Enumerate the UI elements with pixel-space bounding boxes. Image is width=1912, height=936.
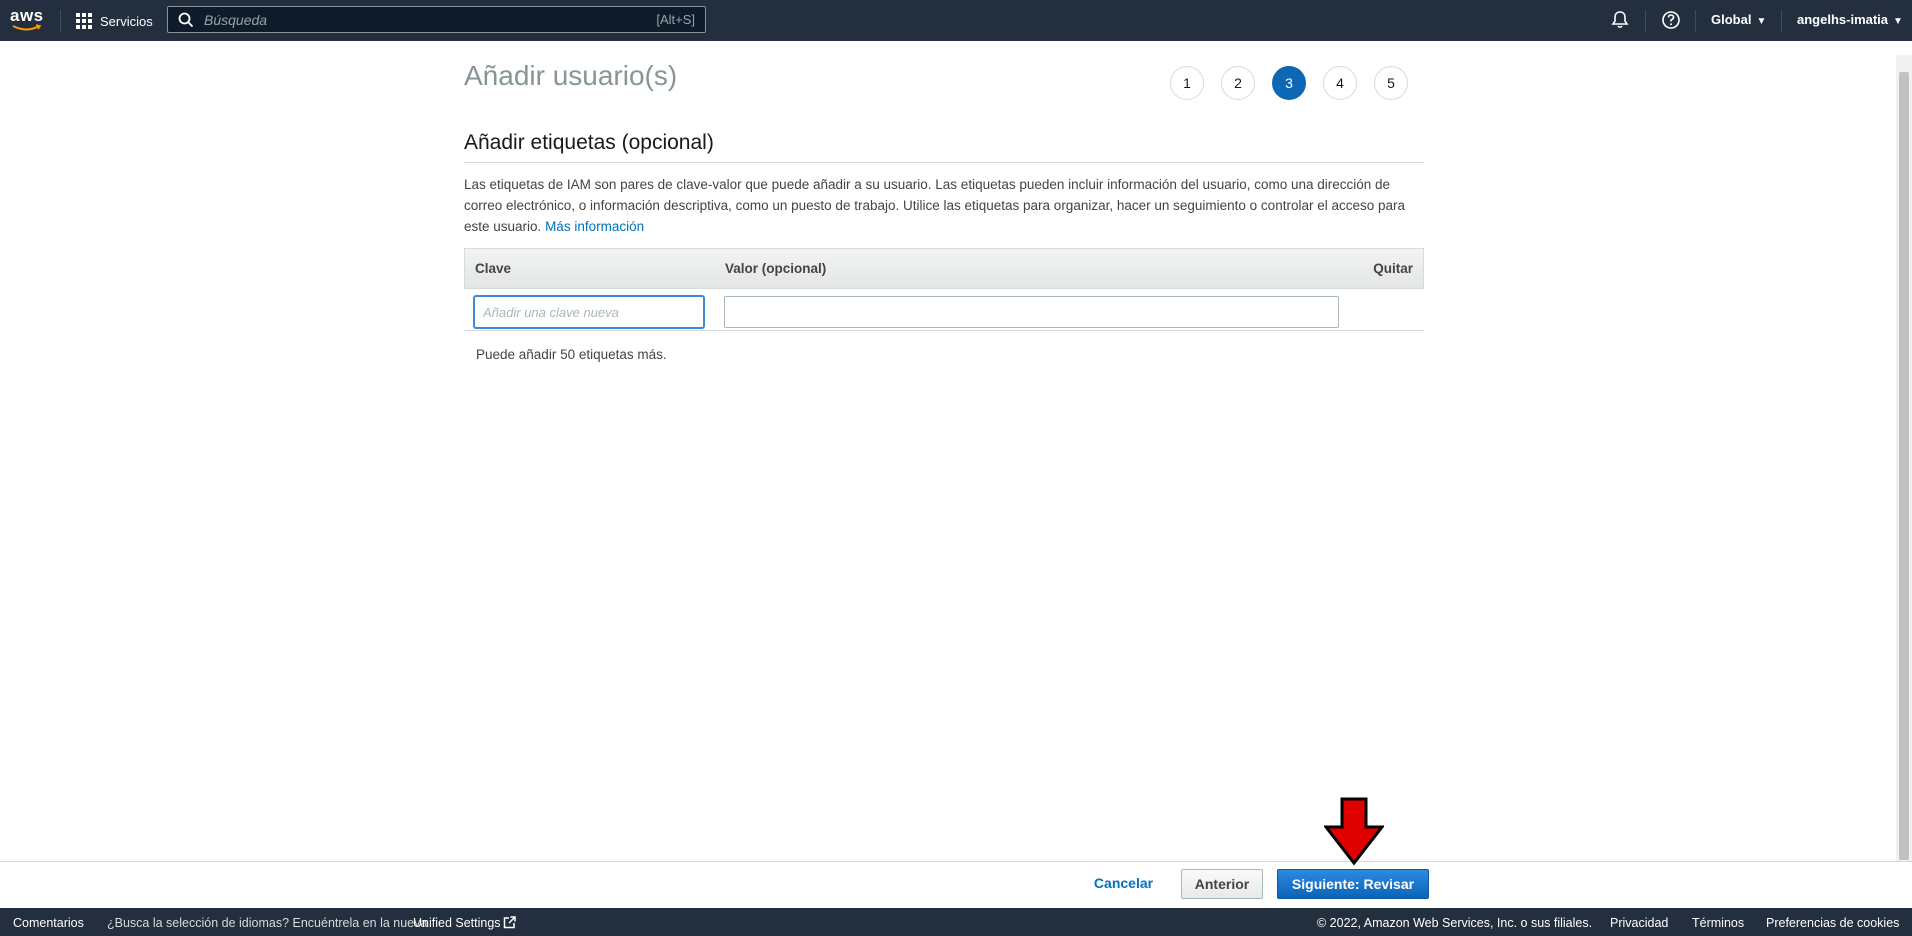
services-menu-button[interactable]: Servicios	[76, 10, 153, 32]
table-row	[464, 289, 1424, 331]
tags-description: Las etiquetas de IAM son pares de clave-…	[464, 174, 1424, 237]
more-info-link[interactable]: Más información	[545, 219, 644, 234]
cookie-preferences-link[interactable]: Preferencias de cookies	[1766, 916, 1899, 930]
search-input[interactable]	[202, 9, 606, 31]
language-prompt-text: ¿Busca la selección de idiomas? Encuéntr…	[107, 916, 428, 930]
column-header-remove: Quitar	[1373, 261, 1413, 276]
privacy-link[interactable]: Privacidad	[1610, 916, 1668, 930]
services-label: Servicios	[100, 13, 153, 29]
remaining-tags-text: Puede añadir 50 etiquetas más.	[476, 347, 667, 362]
scrollbar-thumb[interactable]	[1899, 72, 1909, 860]
tag-value-input[interactable]	[724, 296, 1339, 328]
aws-smile-icon	[12, 24, 42, 31]
footer: Comentarios ¿Busca la selección de idiom…	[0, 908, 1912, 936]
column-header-key: Clave	[475, 261, 512, 276]
region-selector[interactable]: Global ▼	[1711, 12, 1766, 27]
aws-logo-text: aws	[10, 6, 44, 25]
region-label: Global	[1711, 12, 1752, 27]
step-1[interactable]: 1	[1170, 66, 1204, 100]
external-link-icon[interactable]	[503, 916, 516, 929]
tag-key-input[interactable]	[474, 296, 704, 328]
nav-divider	[1781, 10, 1782, 32]
page-title: Añadir usuario(s)	[464, 60, 678, 91]
step-3-active[interactable]: 3	[1272, 66, 1306, 100]
step-5[interactable]: 5	[1374, 66, 1408, 100]
tags-table-header: Clave Valor (opcional) Quitar	[464, 248, 1424, 289]
section-divider	[464, 162, 1424, 163]
cancel-button[interactable]: Cancelar	[1086, 873, 1161, 893]
caret-down-icon: ▼	[1893, 16, 1903, 27]
account-menu[interactable]: angelhs-imatia ▼	[1797, 12, 1903, 27]
help-icon[interactable]	[1661, 10, 1681, 30]
wizard-action-bar	[0, 861, 1912, 909]
search-icon	[178, 12, 194, 28]
previous-button[interactable]: Anterior	[1181, 869, 1263, 899]
copyright-text: © 2022, Amazon Web Services, Inc. o sus …	[1317, 916, 1593, 930]
search-box[interactable]: [Alt+S]	[167, 6, 706, 33]
search-shortcut-hint: [Alt+S]	[656, 12, 695, 27]
nav-divider	[1645, 10, 1646, 32]
terms-link[interactable]: Términos	[1692, 916, 1744, 930]
grid-icon	[76, 13, 92, 29]
step-4[interactable]: 4	[1323, 66, 1357, 100]
wizard-stepper: 1 2 3 4 5	[1170, 66, 1408, 100]
nav-divider	[1695, 10, 1696, 32]
aws-logo[interactable]: aws	[10, 6, 44, 34]
nav-divider	[60, 10, 61, 32]
column-header-value: Valor (opcional)	[725, 261, 827, 276]
account-label: angelhs-imatia	[1797, 12, 1889, 27]
next-review-button[interactable]: Siguiente: Revisar	[1277, 869, 1429, 899]
top-navigation-bar: aws Servicios [Alt+S] Global ▼ angelhs-im…	[0, 0, 1912, 41]
red-arrow-annotation-icon	[1324, 797, 1384, 866]
feedback-link[interactable]: Comentarios	[13, 916, 84, 930]
tags-table: Clave Valor (opcional) Quitar	[464, 248, 1424, 331]
step-2[interactable]: 2	[1221, 66, 1255, 100]
bell-icon[interactable]	[1610, 10, 1630, 30]
caret-down-icon: ▼	[1756, 16, 1767, 27]
unified-settings-link[interactable]: Unified Settings	[413, 916, 501, 930]
section-title: Añadir etiquetas (opcional)	[464, 131, 714, 154]
